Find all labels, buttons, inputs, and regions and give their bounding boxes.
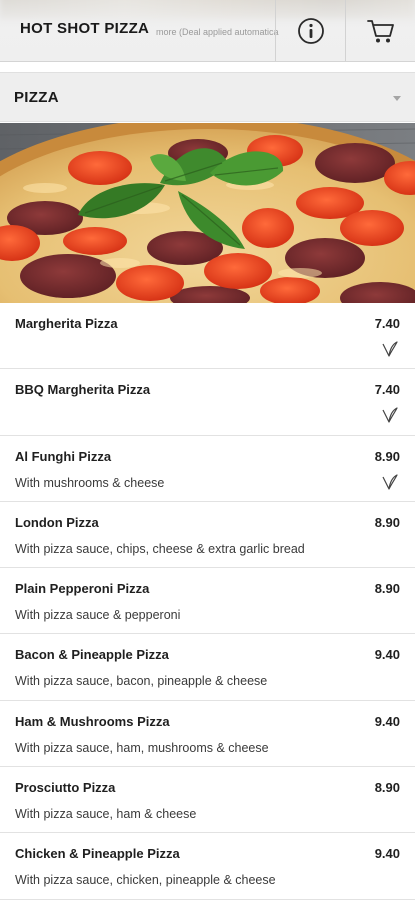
promo-text[interactable]: more (Deal applied automatica	[156, 27, 279, 37]
category-title: PIZZA	[14, 89, 59, 106]
top-bar: HOT SHOT PIZZA more (Deal applied automa…	[0, 0, 415, 62]
vegetarian-leaf-icon	[382, 473, 398, 490]
item-price: 9.40	[374, 647, 400, 663]
info-circle-icon	[297, 18, 324, 44]
menu-item[interactable]: Margherita Pizza 7.40	[0, 303, 415, 370]
item-price: 8.90	[374, 514, 400, 530]
chevron-down-icon	[393, 96, 401, 101]
menu-item[interactable]: Plain Pepperoni Pizza 8.90 With pizza sa…	[0, 568, 415, 635]
item-price: 8.90	[374, 780, 400, 796]
pizza-hero-image	[0, 123, 415, 303]
menu-item[interactable]: Prosciutto Pizza 8.90 With pizza sauce, …	[0, 767, 415, 834]
item-price: 9.40	[374, 713, 400, 729]
item-description: With pizza sauce, chips, cheese & extra …	[15, 541, 305, 556]
item-description: With pizza sauce, ham, mushrooms & chees…	[15, 740, 269, 755]
menu-item[interactable]: Bacon & Pineapple Pizza 9.40 With pizza …	[0, 634, 415, 701]
item-name: Margherita Pizza	[15, 316, 118, 331]
info-button[interactable]	[275, 0, 345, 61]
item-price: 9.40	[374, 846, 400, 862]
item-price: 7.40	[374, 382, 400, 398]
menu-item[interactable]: Al Funghi Pizza 8.90 With mushrooms & ch…	[0, 436, 415, 502]
item-description: With pizza sauce, chicken, pineapple & c…	[15, 873, 276, 888]
vegetarian-leaf-icon	[382, 407, 398, 423]
menu-item[interactable]: BBQ Margherita Pizza 7.40	[0, 369, 415, 436]
menu-item[interactable]: Chicken & Pineapple Pizza 9.40 With pizz…	[0, 833, 415, 900]
item-name: BBQ Margherita Pizza	[15, 382, 151, 398]
menu-list: Margherita Pizza 7.40 BBQ Margherita Piz…	[0, 303, 415, 900]
vegetarian-leaf-icon	[382, 341, 398, 357]
category-header[interactable]: PIZZA	[0, 72, 415, 122]
item-name: Bacon & Pineapple Pizza	[15, 647, 169, 663]
shopping-cart-icon	[366, 20, 394, 43]
item-name: Plain Pepperoni Pizza	[15, 581, 150, 597]
item-price: 7.40	[374, 316, 400, 331]
item-description: With pizza sauce & pepperoni	[15, 608, 181, 623]
restaurant-name: HOT SHOT PIZZA	[20, 20, 150, 37]
item-description: With pizza sauce, bacon, pineapple & che…	[15, 674, 268, 689]
item-price: 8.90	[374, 448, 400, 464]
item-name: London Pizza	[15, 514, 99, 530]
menu-item[interactable]: London Pizza 8.90 With pizza sauce, chip…	[0, 502, 415, 569]
menu-item[interactable]: Ham & Mushrooms Pizza 9.40 With pizza sa…	[0, 701, 415, 768]
item-name: Prosciutto Pizza	[15, 780, 116, 796]
item-price: 8.90	[374, 581, 400, 597]
item-name: Al Funghi Pizza	[15, 448, 112, 464]
cart-button[interactable]	[345, 0, 415, 61]
item-description: With mushrooms & cheese	[15, 475, 165, 490]
item-description: With pizza sauce, ham & cheese	[15, 807, 197, 822]
item-name: Ham & Mushrooms Pizza	[15, 713, 170, 729]
pizza-photo	[0, 123, 415, 303]
item-name: Chicken & Pineapple Pizza	[15, 846, 180, 862]
